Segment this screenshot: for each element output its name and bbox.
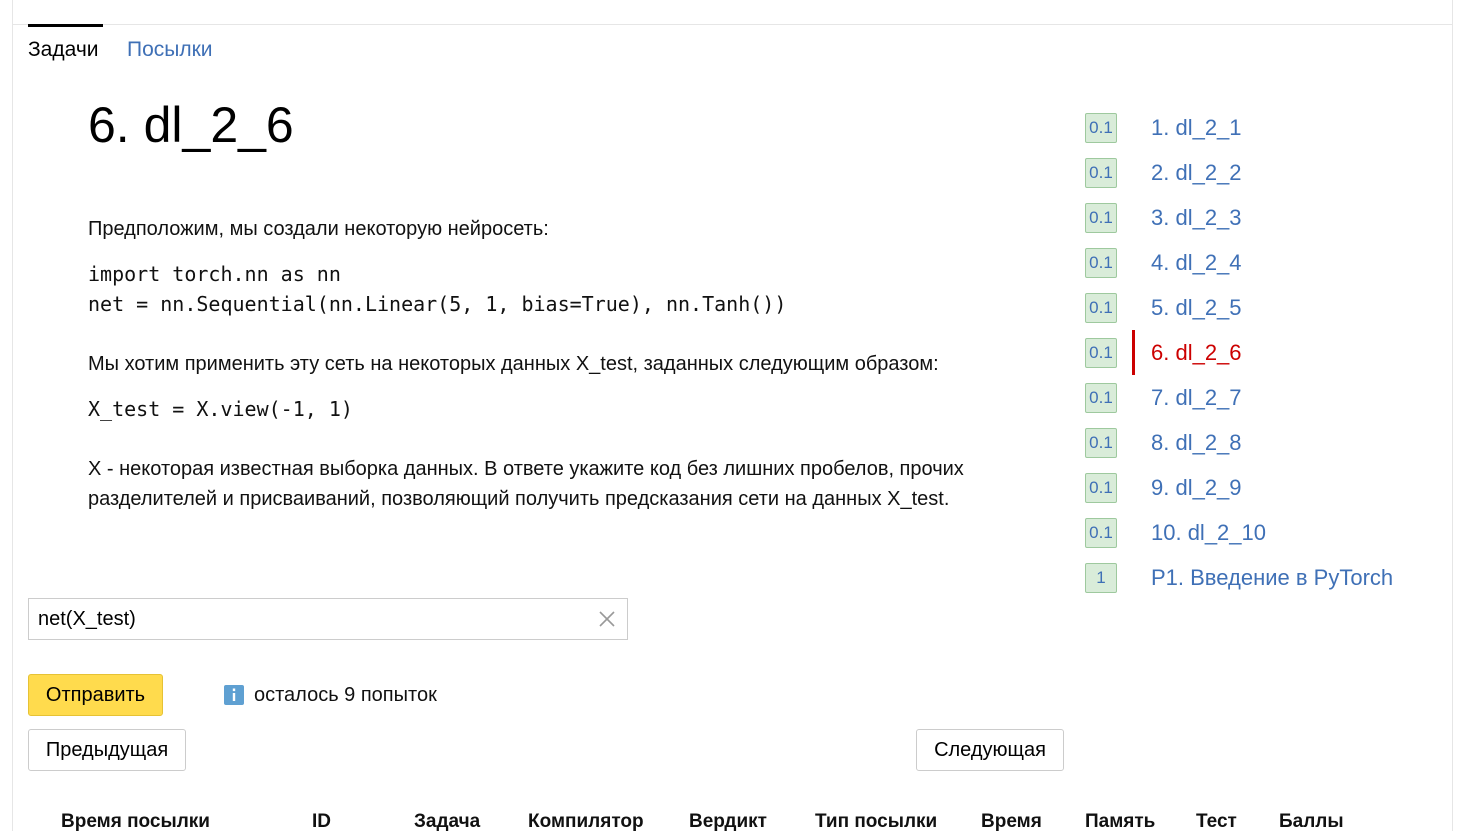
attempts-remaining-text: осталось 9 попыток [254, 683, 437, 706]
submissions-table-header: Время посылки ID Задача Компилятор Верди… [0, 809, 1473, 832]
problem-link[interactable]: 2. dl_2_2 [1151, 159, 1242, 187]
score-badge: 0.1 [1085, 473, 1117, 503]
column-header-submission-time: Время посылки [61, 811, 210, 832]
problem-link-active[interactable]: 6. dl_2_6 [1151, 339, 1242, 367]
column-header-verdict: Вердикт [689, 811, 767, 832]
previous-button[interactable]: Предыдущая [28, 729, 186, 771]
problem-list-item[interactable]: 0.1 7. dl_2_7 [1085, 375, 1445, 420]
code-line-net: net = nn.Sequential(nn.Linear(5, 1, bias… [88, 292, 787, 316]
problem-link[interactable]: 10. dl_2_10 [1151, 519, 1266, 547]
score-badge: 0.1 [1085, 518, 1117, 548]
column-header-test: Тест [1196, 811, 1237, 832]
active-tab-indicator [28, 24, 103, 27]
problem-paragraph-3-line-2: разделителей и присваиваний, позволяющий… [88, 488, 950, 510]
problem-list-item[interactable]: 0.1 3. dl_2_3 [1085, 195, 1445, 240]
tab-submissions[interactable]: Посылки [127, 38, 213, 62]
submit-button[interactable]: Отправить [28, 674, 163, 716]
score-badge: 0.1 [1085, 113, 1117, 143]
problem-title: 6. dl_2_6 [88, 97, 294, 153]
problem-list-item[interactable]: 0.1 4. dl_2_4 [1085, 240, 1445, 285]
next-button[interactable]: Следующая [916, 729, 1064, 771]
problem-paragraph-2: Мы хотим применить эту сеть на некоторых… [88, 353, 939, 375]
column-header-memory: Память [1085, 811, 1156, 832]
problem-link[interactable]: 1. dl_2_1 [1151, 114, 1242, 142]
column-header-time: Время [981, 811, 1042, 832]
score-badge: 0.1 [1085, 383, 1117, 413]
problem-list-item[interactable]: 0.1 10. dl_2_10 [1085, 510, 1445, 555]
score-badge: 0.1 [1085, 338, 1117, 368]
problem-link[interactable]: P1. Введение в PyTorch [1151, 564, 1393, 592]
problem-list-item-active[interactable]: 0.1 6. dl_2_6 [1085, 330, 1445, 375]
problem-list-item[interactable]: 1 P1. Введение в PyTorch [1085, 555, 1445, 600]
problem-link[interactable]: 9. dl_2_9 [1151, 474, 1242, 502]
problem-intro: Предположим, мы создали некоторую нейрос… [88, 218, 549, 240]
score-badge: 0.1 [1085, 158, 1117, 188]
clear-icon[interactable] [597, 609, 617, 629]
score-badge: 0.1 [1085, 248, 1117, 278]
answer-field [28, 598, 628, 640]
column-header-score: Баллы [1279, 811, 1344, 832]
code-line-import: import torch.nn as nn [88, 262, 341, 286]
tab-tasks[interactable]: Задачи [28, 38, 99, 62]
problem-link[interactable]: 3. dl_2_3 [1151, 204, 1242, 232]
score-badge: 0.1 [1085, 428, 1117, 458]
active-item-marker [1132, 330, 1135, 375]
problem-list-item[interactable]: 0.1 5. dl_2_5 [1085, 285, 1445, 330]
code-line-xtest: X_test = X.view(-1, 1) [88, 397, 353, 421]
attempts-info: осталось 9 попыток [224, 683, 437, 707]
problem-list-item[interactable]: 0.1 2. dl_2_2 [1085, 150, 1445, 195]
info-icon [224, 685, 244, 705]
problem-link[interactable]: 4. dl_2_4 [1151, 249, 1242, 277]
score-badge: 0.1 [1085, 203, 1117, 233]
column-header-problem: Задача [414, 811, 481, 832]
problem-list-item[interactable]: 0.1 9. dl_2_9 [1085, 465, 1445, 510]
problem-list-item[interactable]: 0.1 8. dl_2_8 [1085, 420, 1445, 465]
column-header-compiler: Компилятор [528, 811, 644, 832]
problem-list-item[interactable]: 0.1 1. dl_2_1 [1085, 105, 1445, 150]
column-header-id: ID [312, 811, 331, 832]
problem-link[interactable]: 5. dl_2_5 [1151, 294, 1242, 322]
problem-paragraph-3-line-1: X - некоторая известная выборка данных. … [88, 458, 964, 480]
tabs-divider [12, 24, 1453, 25]
problem-link[interactable]: 8. dl_2_8 [1151, 429, 1242, 457]
score-badge: 0.1 [1085, 293, 1117, 323]
answer-input[interactable] [29, 599, 589, 639]
column-header-submission-type: Тип посылки [815, 811, 938, 832]
problem-link[interactable]: 7. dl_2_7 [1151, 384, 1242, 412]
score-badge: 1 [1085, 563, 1117, 593]
